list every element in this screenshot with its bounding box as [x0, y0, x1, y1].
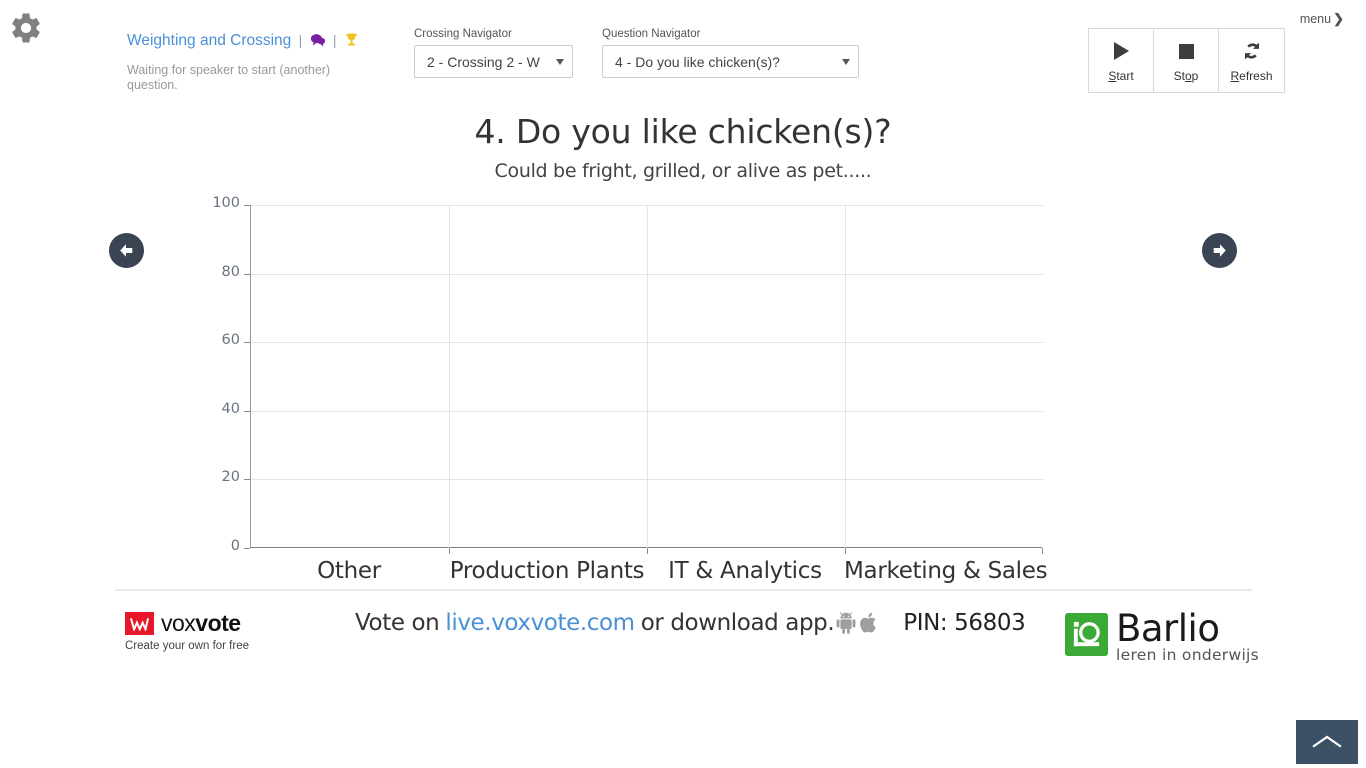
chart-y-tick-label: 20 [221, 469, 240, 486]
menu-link[interactable]: menu ❯ [1300, 11, 1344, 27]
chart-x-tick-label: Other [317, 558, 381, 584]
session-info: Weighting and Crossing | | Waiting for s… [127, 30, 397, 93]
presenter-page: Weighting and Crossing | | Waiting for s… [0, 0, 1366, 768]
vote-prefix-text: Vote on [355, 610, 440, 636]
footer: voxvote Create your own for free Vote on… [0, 596, 1366, 686]
refresh-icon [1240, 38, 1264, 64]
chart-gridline-vertical [449, 205, 450, 548]
chart-y-tick-mark [244, 205, 250, 206]
voxvote-logo-mark [125, 612, 154, 635]
question-navigator-select-wrap: 4 - Do you like chicken(s)? [602, 45, 859, 78]
chevron-up-icon [1312, 735, 1342, 748]
chart-y-tick-mark [244, 273, 250, 275]
barlio-logo-mark [1065, 613, 1108, 656]
stop-button[interactable]: Stop [1154, 29, 1219, 92]
menu-label: menu [1299, 12, 1332, 26]
chevron-right-icon: ❯ [1333, 11, 1344, 26]
stop-icon [1175, 38, 1197, 64]
play-icon [1110, 38, 1132, 64]
question-navigator-select[interactable]: 4 - Do you like chicken(s)? [602, 45, 859, 78]
chart-plot-area [250, 205, 1043, 554]
page-subtitle: Could be fright, grilled, or alive as pe… [494, 160, 872, 182]
crossing-navigator-select-wrap: 2 - Crossing 2 - W [414, 45, 573, 78]
voxvote-word-bold: vote [195, 610, 241, 636]
results-bar-chart: 0 20 40 60 80 100 Other Production Plants IT & A… [115, 190, 1255, 590]
voxvote-wordmark: voxvote [161, 610, 241, 637]
android-icon[interactable] [836, 612, 856, 634]
chart-y-tick-mark [244, 410, 250, 412]
session-title-row: Weighting and Crossing | | [127, 30, 397, 53]
barlio-wordmark: Barlio [1116, 607, 1220, 650]
voxvote-logo: voxvote Create your own for free [125, 610, 300, 652]
chart-y-tick-mark [244, 342, 250, 344]
chart-x-tick-label: IT & Analytics [668, 558, 822, 584]
start-button-label: Start [1108, 69, 1134, 83]
barlio-tagline: leren in onderwijs [1116, 646, 1260, 664]
session-status-text: Waiting for speaker to start (another) q… [127, 63, 331, 92]
refresh-button[interactable]: Refresh [1219, 29, 1284, 92]
chart-y-tick-label: 40 [221, 400, 240, 417]
vote-middle-text: or download app. [640, 610, 835, 636]
scroll-to-top-button[interactable] [1296, 720, 1358, 764]
chart-y-tick-label: 0 [230, 538, 240, 554]
speech-bubble-icon[interactable] [310, 33, 326, 53]
vote-url-link[interactable]: live.voxvote.com [445, 610, 635, 636]
crossing-navigator-group: Crossing Navigator 2 - Crossing 2 - W [414, 28, 573, 78]
question-navigator-label: Question Navigator [602, 28, 701, 40]
crossing-navigator-select[interactable]: 2 - Crossing 2 - W [414, 45, 573, 78]
chart-y-tick-mark [244, 479, 250, 481]
voxvote-word-light: vox [161, 610, 196, 636]
chart-x-tick-mark [1042, 548, 1043, 554]
crossing-navigator-label: Crossing Navigator [414, 28, 512, 40]
chart-x-tick-mark [449, 548, 450, 554]
chart-y-tick-mark [244, 548, 250, 549]
barlio-text-block: Barlio leren in onderwijs [1116, 607, 1260, 665]
title-separator-2: | [332, 32, 337, 48]
chart-gridline-vertical [647, 205, 648, 548]
page-title: 4. Do you like chicken(s)? [474, 112, 892, 151]
apple-icon[interactable] [860, 612, 879, 634]
trophy-icon[interactable] [344, 32, 359, 53]
session-title-link[interactable]: Weighting and Crossing [127, 32, 291, 49]
question-navigator-group: Question Navigator 4 - Do you like chick… [602, 28, 859, 78]
voxvote-tagline: Create your own for free [125, 640, 250, 652]
refresh-button-label: Refresh [1230, 69, 1273, 83]
vote-instructions: Vote on live.voxvote.com or download app… [355, 610, 1026, 636]
chart-gridline-vertical [845, 205, 846, 548]
barlio-logo: Barlio leren in onderwijs [1065, 610, 1259, 664]
voxvote-logo-row: voxvote [125, 610, 300, 637]
chart-y-tick-label: 80 [221, 263, 240, 280]
chart-y-tick-label: 100 [212, 195, 240, 211]
stop-button-label: Stop [1173, 69, 1199, 83]
chart-x-tick-label: Production Plants [449, 558, 645, 584]
gear-icon[interactable] [8, 10, 44, 46]
chart-x-tick-mark [845, 548, 846, 554]
chart-x-tick-mark [647, 548, 648, 554]
chart-y-tick-label: 60 [221, 332, 240, 349]
pin-code: PIN: 56803 [903, 610, 1026, 636]
footer-divider [115, 589, 1252, 591]
start-button[interactable]: Start [1089, 29, 1154, 92]
chart-x-tick-label: Marketing & Sales [844, 558, 1048, 584]
title-separator-1: | [298, 32, 303, 48]
presentation-controls: Start Stop Refresh [1088, 28, 1285, 93]
